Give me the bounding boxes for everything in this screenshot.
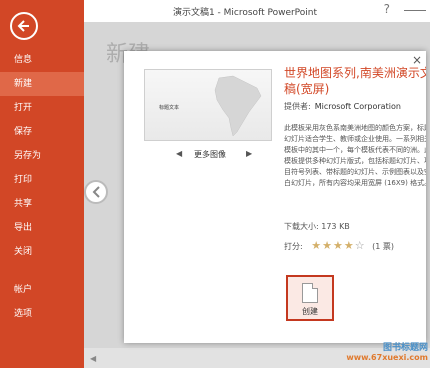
star-filled-icon[interactable]: ★ xyxy=(333,239,344,252)
star-filled-icon[interactable]: ★ xyxy=(344,239,355,252)
watermark-line-1: 图书标题网 xyxy=(382,343,428,353)
image-navigation: ◀ 更多图像 ▶ xyxy=(146,149,272,161)
menu-item-share[interactable]: 共享 xyxy=(0,192,84,216)
create-button[interactable]: 创建 xyxy=(286,275,334,321)
provider-name: Microsoft Corporation xyxy=(314,102,401,111)
minimize-button[interactable] xyxy=(404,10,426,24)
thumbnail-title-text: 标题文本 xyxy=(159,105,180,111)
window-title: 演示文稿1 - Microsoft PowerPoint xyxy=(172,8,318,18)
south-america-map-image xyxy=(214,75,262,137)
star-filled-icon[interactable]: ★ xyxy=(322,239,333,252)
image-next-icon[interactable]: ▶ xyxy=(246,149,252,158)
menu-spacer xyxy=(0,264,84,278)
watermark-logo: 图书标题网 www.67xuexi.com xyxy=(320,340,428,362)
back-button[interactable] xyxy=(10,12,38,40)
create-button-label: 创建 xyxy=(302,307,318,316)
download-size-row: 下载大小: 173 KB xyxy=(284,221,350,232)
chevron-left-icon xyxy=(92,186,100,198)
template-preview-dialog: × 标题文本 ◀ 更多图像 ▶ 世界地图系列,南美洲演示文稿(宽屏) 提供者: M… xyxy=(124,51,426,343)
menu-item-export[interactable]: 导出 xyxy=(0,216,84,240)
download-size-value: 173 KB xyxy=(321,222,350,231)
star-filled-icon[interactable]: ★ xyxy=(311,239,322,252)
backstage-menu: 信息 新建 打开 保存 另存为 打印 共享 导出 关闭 帐户 选项 xyxy=(0,48,84,326)
help-button[interactable]: ? xyxy=(384,2,390,16)
scroll-left-icon[interactable]: ◀ xyxy=(90,354,96,363)
backstage-sidebar: 信息 新建 打开 保存 另存为 打印 共享 导出 关闭 帐户 选项 xyxy=(0,0,84,368)
rating-count: (1 票) xyxy=(372,242,395,251)
menu-item-save-as[interactable]: 另存为 xyxy=(0,144,84,168)
previous-template-button[interactable] xyxy=(84,180,108,204)
menu-item-save[interactable]: 保存 xyxy=(0,120,84,144)
rating-row: 打分: ★★★★☆ (1 票) xyxy=(284,239,394,252)
new-document-icon xyxy=(302,283,318,303)
rating-label: 打分: xyxy=(284,242,303,251)
rating-stars[interactable]: ★★★★☆ xyxy=(311,239,365,252)
menu-item-info[interactable]: 信息 xyxy=(0,48,84,72)
template-description: 此模板采用灰色系南美洲地图的颜色方案，标题幻灯片适合学生、教师或企业使用。一系列… xyxy=(284,124,426,187)
menu-item-account[interactable]: 帐户 xyxy=(0,278,84,302)
back-arrow-icon xyxy=(17,20,29,32)
image-prev-icon[interactable]: ◀ xyxy=(176,149,182,158)
menu-item-options[interactable]: 选项 xyxy=(0,302,84,326)
watermark-line-2: www.67xuexi.com xyxy=(346,353,428,362)
download-size-label: 下载大小: xyxy=(284,222,319,231)
template-thumbnail: 标题文本 xyxy=(144,69,272,141)
provider-row: 提供者: Microsoft Corporation xyxy=(284,101,401,112)
more-images-label: 更多图像 xyxy=(194,150,226,159)
menu-item-new[interactable]: 新建 xyxy=(0,72,84,96)
star-empty-icon[interactable]: ☆ xyxy=(355,239,366,252)
provider-label: 提供者: xyxy=(284,102,311,111)
menu-item-open[interactable]: 打开 xyxy=(0,96,84,120)
template-title: 世界地图系列,南美洲演示文稿(宽屏) xyxy=(284,66,426,96)
menu-item-close[interactable]: 关闭 xyxy=(0,240,84,264)
menu-item-print[interactable]: 打印 xyxy=(0,168,84,192)
